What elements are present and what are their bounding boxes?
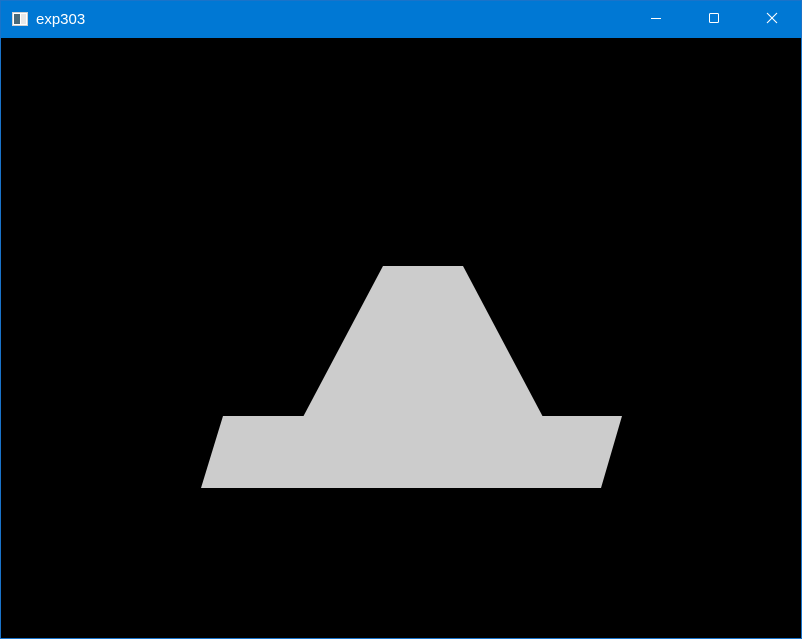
minimize-icon: [650, 11, 662, 29]
app-icon: [12, 12, 28, 26]
maximize-button[interactable]: [685, 1, 743, 38]
window-title: exp303: [36, 11, 86, 28]
scene-drawing: [201, 266, 622, 488]
trapezoid-top-shape: [303, 266, 543, 417]
app-window: exp303: [0, 0, 802, 639]
close-button[interactable]: [743, 1, 801, 38]
title-bar[interactable]: exp303: [1, 1, 801, 38]
maximize-icon: [708, 11, 720, 29]
trapezoid-base-shape: [201, 416, 622, 488]
render-canvas[interactable]: [1, 38, 801, 638]
minimize-button[interactable]: [627, 1, 685, 38]
close-icon: [766, 11, 778, 29]
